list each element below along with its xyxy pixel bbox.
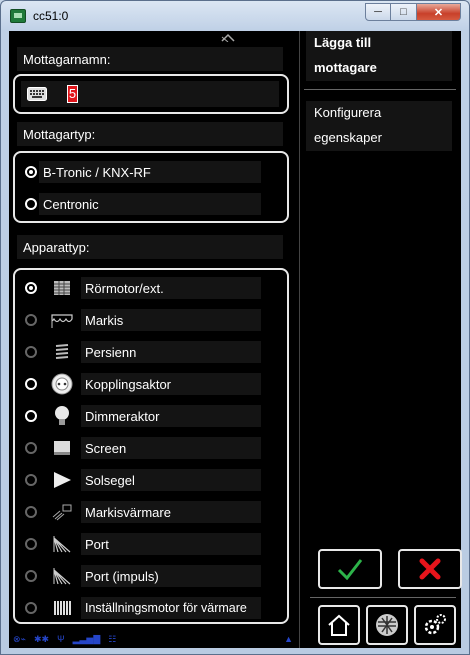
side-title-block: Lägga till mottagare <box>306 31 452 81</box>
garage-door-icon <box>51 533 73 555</box>
app-icon <box>10 9 26 23</box>
cancel-button[interactable] <box>398 549 462 589</box>
side-title-line2: mottagare <box>314 60 377 75</box>
connection-icon: ⊗⌁ <box>13 633 26 644</box>
form-panel: Mottagarnamn: 5 Mottagartyp: B-Tronic / … <box>9 31 299 648</box>
device-label: Port (impuls) <box>81 565 261 587</box>
device-type-list: Rörmotor/ext. Markis Persienn Kopplingsa… <box>13 268 289 624</box>
device-item-tubular-motor[interactable]: Rörmotor/ext. <box>25 277 261 299</box>
radio-disabled-icon <box>25 442 37 454</box>
device-item-awning[interactable]: Markis <box>25 309 261 331</box>
radiator-icon <box>51 597 73 619</box>
maximize-icon: □ <box>400 6 407 18</box>
button-divider <box>310 597 456 598</box>
garage-door-icon <box>51 565 73 587</box>
device-item-sun-sail[interactable]: Solsegel <box>25 469 261 491</box>
lan-icon: ☷ <box>108 633 117 644</box>
device-item-venetian-blind[interactable]: Persienn <box>25 341 261 363</box>
side-panel: Lägga till mottagare Konfigurera egenska… <box>299 31 462 648</box>
radio-disabled-icon <box>25 346 37 358</box>
side-subtitle-line1: Konfigurera <box>314 105 382 120</box>
screen-icon <box>51 437 73 459</box>
minimize-button[interactable]: ─ <box>365 3 391 21</box>
confirm-button[interactable] <box>318 549 382 589</box>
keyboard-icon[interactable] <box>27 87 47 101</box>
tubular-motor-icon <box>51 277 73 299</box>
device-label: Dimmeraktor <box>81 405 261 427</box>
heater-icon <box>51 501 73 523</box>
app-window: cc51:0 ─ □ ✕ Mottagarnamn: 5 Mottagartyp… <box>0 0 470 655</box>
device-item-gate-impulse[interactable]: Port (impuls) <box>25 565 261 587</box>
radio-disabled-icon <box>25 570 37 582</box>
scroll-up-icon[interactable]: ▲ <box>284 634 293 644</box>
device-label: Markisvärmare <box>81 501 261 523</box>
receiver-type-box: B-Tronic / KNX-RF Centronic <box>13 151 289 223</box>
bridge-button[interactable] <box>366 605 408 645</box>
side-divider <box>304 89 456 90</box>
device-label: Kopplingsaktor <box>81 373 261 395</box>
cross-icon <box>419 558 441 580</box>
receiver-name-field[interactable]: 5 <box>21 81 279 107</box>
signal-strength-icon: ▂▃▅▇ <box>72 633 101 644</box>
home-button[interactable] <box>318 605 360 645</box>
receiver-name-label: Mottagarnamn: <box>17 47 283 71</box>
side-subtitle-line2: egenskaper <box>314 130 382 145</box>
collapse-chevron-icon[interactable] <box>221 33 235 42</box>
radio-disabled-icon <box>25 538 37 550</box>
radio-disabled-icon <box>25 506 37 518</box>
receiver-name-box: 5 <box>13 74 289 114</box>
sun-sail-icon <box>51 469 73 491</box>
antenna-icon: Ψ <box>57 634 65 644</box>
device-item-awning-heater[interactable]: Markisvärmare <box>25 501 261 523</box>
settings-button[interactable] <box>414 605 456 645</box>
side-subtitle-block: Konfigurera egenskaper <box>306 101 452 151</box>
radio-icon[interactable] <box>25 378 37 390</box>
radio-selected-icon[interactable] <box>25 282 37 294</box>
device-label: Solsegel <box>81 469 261 491</box>
option-label: B-Tronic / KNX-RF <box>39 161 261 183</box>
caption-buttons: ─ □ ✕ <box>365 3 461 21</box>
device-item-dimmer-actuator[interactable]: Dimmeraktor <box>25 405 261 427</box>
radio-disabled-icon <box>25 474 37 486</box>
radio-disabled-icon <box>25 314 37 326</box>
close-button[interactable]: ✕ <box>417 3 461 21</box>
radio-icon[interactable] <box>25 410 37 422</box>
radio-selected-icon[interactable] <box>25 166 37 178</box>
bulb-icon <box>51 405 73 427</box>
bridge-icon <box>376 614 398 636</box>
app-client-area: Mottagarnamn: 5 Mottagartyp: B-Tronic / … <box>9 31 462 648</box>
gears-icon <box>424 614 446 635</box>
status-bar: ⊗⌁ ✱✱ Ψ ▂▃▅▇ ☷ ▲ <box>9 630 299 648</box>
option-label: Centronic <box>39 193 261 215</box>
title-bar: cc51:0 ─ □ ✕ <box>1 1 469 31</box>
receiver-type-option-btronic[interactable]: B-Tronic / KNX-RF <box>25 161 261 183</box>
device-item-gate[interactable]: Port <box>25 533 261 555</box>
device-label: Markis <box>81 309 261 331</box>
radio-icon[interactable] <box>25 198 37 210</box>
socket-icon <box>51 373 73 395</box>
device-label: Screen <box>81 437 261 459</box>
close-icon: ✕ <box>433 6 444 19</box>
device-label: Port <box>81 533 261 555</box>
maximize-button[interactable]: □ <box>391 3 417 21</box>
receiver-type-option-centronic[interactable]: Centronic <box>25 193 261 215</box>
device-item-switch-actuator[interactable]: Kopplingsaktor <box>25 373 261 395</box>
venetian-blind-icon <box>51 341 73 363</box>
awning-icon <box>51 309 73 331</box>
side-title-line1: Lägga till <box>314 35 372 50</box>
checkmark-icon <box>337 559 363 580</box>
radio-disabled-icon <box>25 602 37 614</box>
window-title: cc51:0 <box>33 9 69 23</box>
receiver-type-label: Mottagartyp: <box>17 122 283 146</box>
device-item-screen[interactable]: Screen <box>25 437 261 459</box>
home-icon <box>328 614 350 636</box>
device-label: Persienn <box>81 341 261 363</box>
receiver-name-value: 5 <box>67 85 78 103</box>
device-type-label: Apparattyp: <box>17 235 283 259</box>
network-icon: ✱✱ <box>33 633 50 644</box>
device-label: Inställningsmotor för värmare <box>81 597 261 619</box>
minimize-icon: ─ <box>374 6 382 18</box>
device-item-radiator-motor[interactable]: Inställningsmotor för värmare <box>25 597 261 619</box>
device-label: Rörmotor/ext. <box>81 277 261 299</box>
